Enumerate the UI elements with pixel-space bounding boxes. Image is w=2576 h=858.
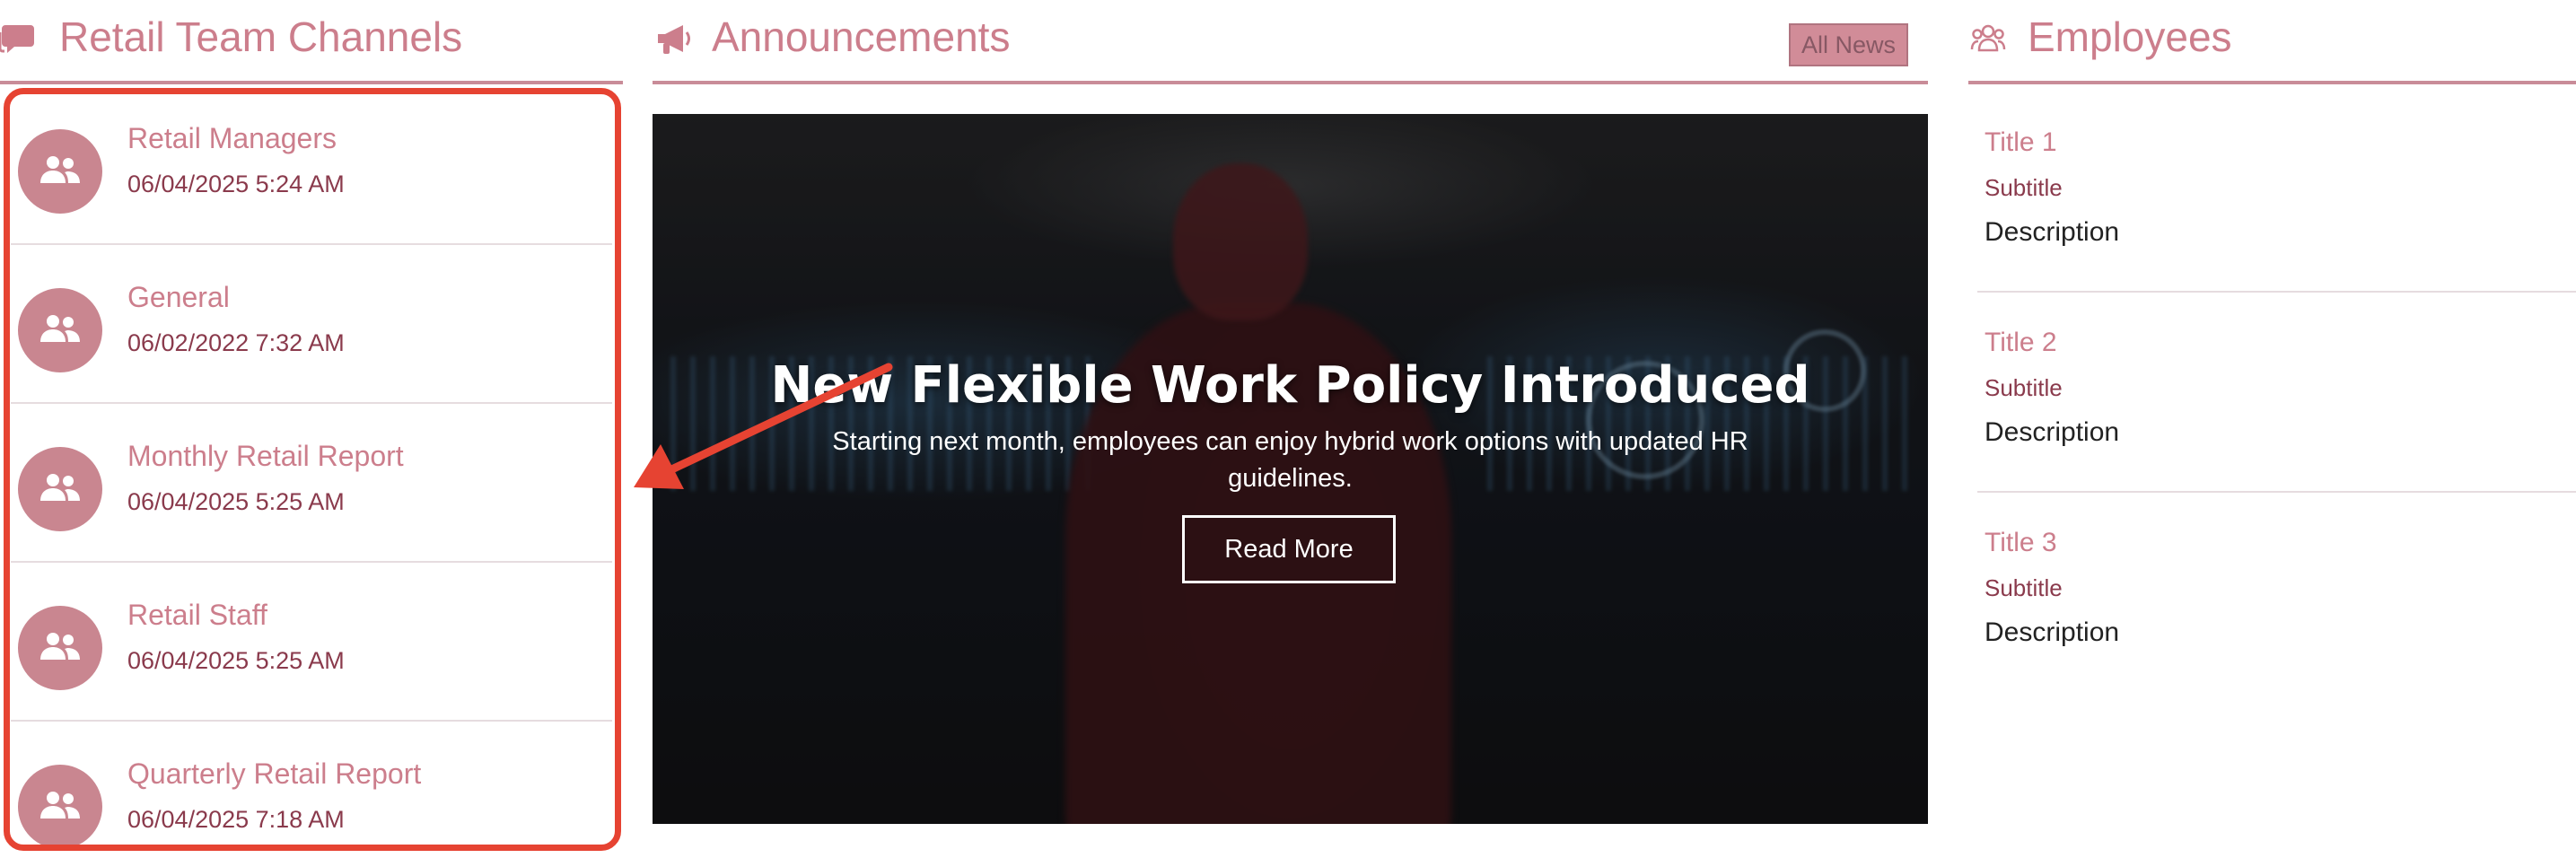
people-icon — [38, 154, 83, 189]
megaphone-icon — [654, 22, 692, 62]
channel-avatar — [18, 606, 102, 690]
employee-title[interactable]: Title 1 — [1985, 127, 2057, 158]
employee-subtitle: Subtitle — [1985, 174, 2063, 201]
channels-title: Retail Team Channels — [59, 13, 463, 60]
channel-name: General — [127, 281, 230, 313]
channel-name: Retail Staff — [127, 599, 267, 631]
channel-avatar — [18, 129, 102, 214]
channels-list: Retail Managers 06/04/2025 5:24 AM Gener… — [0, 84, 623, 858]
chat-icon — [0, 22, 36, 62]
people-icon — [38, 790, 83, 825]
channel-item-retail-managers[interactable]: Retail Managers 06/04/2025 5:24 AM — [11, 84, 612, 245]
channel-name: Monthly Retail Report — [127, 440, 404, 472]
people-icon — [38, 631, 83, 666]
channel-name: Retail Managers — [127, 122, 337, 154]
employee-card: Title 1 Subtitle Description — [1977, 92, 2576, 293]
channel-date: 06/04/2025 5:25 AM — [127, 488, 345, 515]
channel-date: 06/04/2025 5:24 AM — [127, 171, 345, 197]
employee-subtitle: Subtitle — [1985, 374, 2063, 401]
people-icon — [38, 313, 83, 348]
employee-description: Description — [1985, 417, 2120, 447]
hero-description: Starting next month, employees can enjoy… — [832, 427, 1748, 493]
channel-item-general[interactable]: General 06/02/2022 7:32 AM — [11, 243, 612, 404]
channel-item-quarterly-retail-report[interactable]: Quarterly Retail Report 06/04/2025 7:18 … — [11, 720, 612, 858]
employee-title[interactable]: Title 3 — [1985, 528, 2057, 558]
employees-header: Employees — [1968, 0, 2576, 84]
employee-description: Description — [1985, 617, 2120, 647]
people-icon — [38, 472, 83, 507]
channel-item-retail-staff[interactable]: Retail Staff 06/04/2025 5:25 AM — [11, 561, 612, 722]
employees-title: Employees — [2028, 13, 2232, 60]
read-more-button[interactable]: Read More — [1182, 515, 1396, 583]
employee-title[interactable]: Title 2 — [1985, 328, 2057, 358]
channel-date: 06/04/2025 5:25 AM — [127, 647, 345, 674]
channel-avatar — [18, 765, 102, 849]
announcements-title: Announcements — [712, 13, 1011, 60]
channel-date: 06/02/2022 7:32 AM — [127, 329, 345, 356]
annotation-arrow — [634, 363, 893, 489]
channel-avatar — [18, 288, 102, 372]
announcements-header: Announcements All News — [653, 0, 1928, 84]
channel-avatar — [18, 447, 102, 531]
all-news-button[interactable]: All News — [1788, 23, 1908, 66]
channel-name: Quarterly Retail Report — [127, 757, 422, 790]
channel-date: 06/04/2025 7:18 AM — [127, 806, 345, 833]
group-icon — [1970, 23, 2006, 58]
employee-description: Description — [1985, 217, 2120, 247]
channel-item-monthly-retail-report[interactable]: Monthly Retail Report 06/04/2025 5:25 AM — [11, 402, 612, 563]
employee-subtitle: Subtitle — [1985, 574, 2063, 601]
employee-card: Title 3 Subtitle Description — [1977, 492, 2576, 691]
employee-card: Title 2 Subtitle Description — [1977, 292, 2576, 493]
channels-header: Retail Team Channels — [0, 0, 623, 84]
